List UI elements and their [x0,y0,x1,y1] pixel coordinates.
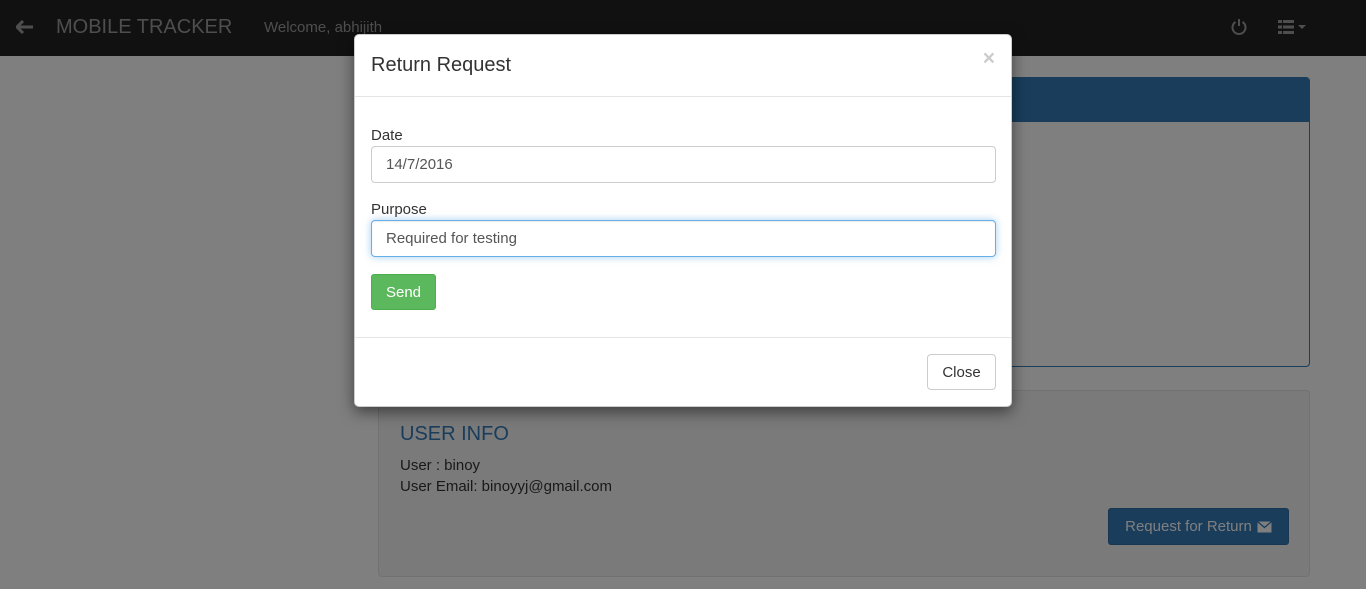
modal-title: Return Request [371,54,512,76]
modal-footer: Close [355,338,1011,407]
return-request-modal: Return Request × Date Purpose Send Close [354,34,1012,407]
purpose-label: Purpose [371,201,427,218]
close-button[interactable]: Close [927,354,996,390]
modal-header: Return Request × [355,35,1011,97]
send-button[interactable]: Send [371,274,436,310]
modal-body: Date Purpose Send [355,97,1011,338]
date-field[interactable] [371,146,996,183]
purpose-field[interactable] [371,220,996,257]
close-icon[interactable]: × [983,48,995,69]
date-label: Date [371,127,403,144]
